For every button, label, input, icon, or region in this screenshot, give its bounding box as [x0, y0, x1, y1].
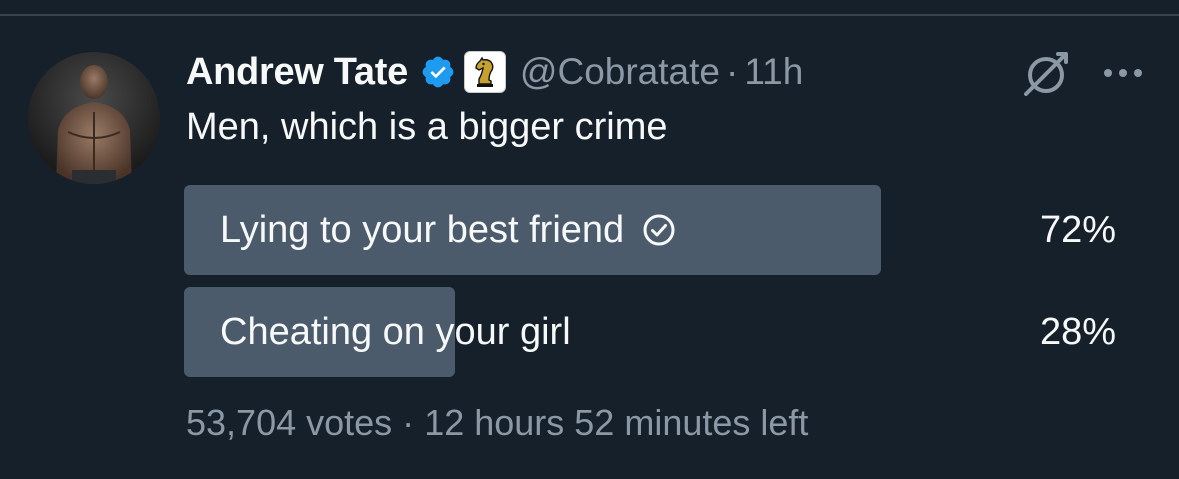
display-name[interactable]: Andrew Tate — [186, 51, 408, 94]
poll-footer-separator: · — [402, 402, 415, 443]
header-separator: · — [725, 51, 739, 92]
handle[interactable]: @Cobratate — [520, 51, 720, 93]
poll-option-percent: 72% — [1039, 208, 1116, 251]
poll-time-left: 12 hours 52 minutes left — [424, 402, 809, 443]
timestamp[interactable]: 11h — [744, 51, 803, 93]
poll-option-percent: 28% — [1039, 310, 1116, 353]
tweet-header: Andrew Tate @Cobratate · 11h — [186, 48, 803, 96]
poll-footer: 53,704 votes · 12 hours 52 minutes left — [186, 402, 808, 444]
tweet[interactable]: Andrew Tate @Cobratate · 11h Men, which … — [0, 0, 1179, 479]
poll-option[interactable]: Lying to your best friend 72% — [184, 185, 1116, 275]
poll-option[interactable]: Cheating on your girl 28% — [184, 287, 1116, 377]
tweet-text: Men, which is a bigger crime — [186, 106, 668, 148]
check-circle-icon — [642, 213, 676, 247]
chess-knight-affiliate-icon[interactable] — [463, 51, 506, 93]
poll-option-text: Lying to your best friend — [220, 208, 625, 251]
more-options-icon[interactable] — [1100, 62, 1146, 84]
poll-vote-count: 53,704 votes — [186, 402, 393, 443]
poll-option-label: Lying to your best friend — [220, 185, 676, 275]
verified-badge-icon[interactable] — [420, 54, 456, 90]
poll-option-label: Cheating on your girl — [220, 287, 571, 377]
avatar[interactable] — [28, 52, 160, 184]
grok-icon[interactable] — [1020, 48, 1072, 100]
poll-option-text: Cheating on your girl — [220, 310, 571, 353]
